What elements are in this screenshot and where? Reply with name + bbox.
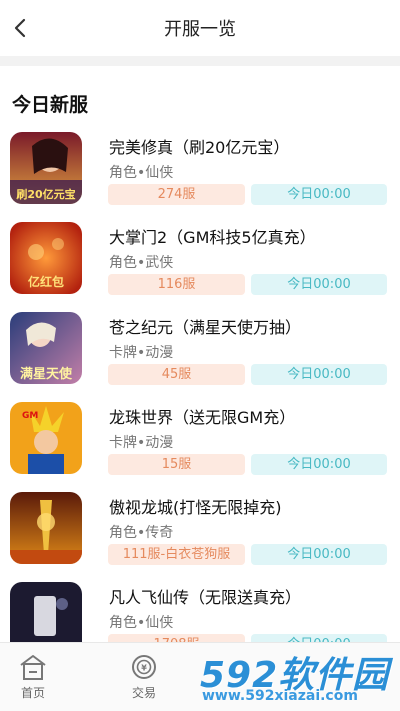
list-item[interactable]: 刷20亿元宝 完美修真（刷20亿元宝） 角色•仙侠 274服 今日00:00 (0, 132, 400, 212)
game-name: 完美修真（刷20亿元宝） (109, 138, 290, 157)
game-tags: 卡牌•动漫 (109, 435, 174, 451)
list-item[interactable]: 凡人飞仙传（无限送真充） 角色•仙侠 1708服 今日00:00 (0, 582, 400, 642)
game-name: 苍之纪元（满星天使万抽） (109, 318, 302, 337)
game-icon: 刷20亿元宝 (10, 132, 82, 204)
open-time-badge: 今日00:00 (251, 364, 387, 385)
game-name: 大掌门2（GM科技5亿真充） (109, 228, 316, 247)
game-tags: 角色•武侠 (109, 255, 174, 271)
watermark-url: www.592xiazai.com (202, 688, 358, 704)
chevron-left-icon (14, 18, 26, 38)
top-bar: 开服一览 (0, 0, 400, 56)
server-badge: 116服 (108, 274, 245, 295)
svg-text:刷20亿元宝: 刷20亿元宝 (16, 187, 75, 201)
server-badge: 274服 (108, 184, 245, 205)
game-icon (10, 492, 82, 564)
trade-icon: ¥ (132, 655, 156, 679)
server-badge: 45服 (108, 364, 245, 385)
game-icon: GM (10, 402, 82, 474)
game-icon (10, 582, 82, 642)
open-time-badge: 今日00:00 (251, 184, 387, 205)
svg-text:亿红包: 亿红包 (28, 274, 64, 289)
game-icon: 亿红包 (10, 222, 82, 294)
list-item[interactable]: 亿红包 大掌门2（GM科技5亿真充） 角色•武侠 116服 今日00:00 (0, 222, 400, 302)
svg-text:¥: ¥ (141, 664, 147, 673)
game-icon: 满星天使 (10, 312, 82, 384)
tab-trade-label: 交易 (131, 686, 156, 700)
game-name: 凡人飞仙传（无限送真充） (109, 588, 302, 607)
back-button[interactable] (6, 14, 34, 42)
tab-home-label: 首页 (20, 686, 45, 700)
open-time-badge: 今日00:00 (251, 544, 387, 565)
list-item[interactable]: 满星天使 苍之纪元（满星天使万抽） 卡牌•动漫 45服 今日00:00 (0, 312, 400, 392)
list-item[interactable]: 傲视龙城(打怪无限掉充) 角色•传奇 111服-白衣苍狗服 今日00:00 (0, 492, 400, 572)
home-icon (20, 655, 46, 680)
server-list: 刷20亿元宝 完美修真（刷20亿元宝） 角色•仙侠 274服 今日00:00 亿… (0, 132, 400, 642)
list-item[interactable]: GM 龙珠世界（送无限GM充） 卡牌•动漫 15服 今日00:00 (0, 402, 400, 482)
server-badge: 111服-白衣苍狗服 (108, 544, 245, 565)
section-title: 今日新服 (12, 94, 89, 116)
page-title: 开服一览 (164, 19, 236, 40)
game-tags: 角色•仙侠 (109, 615, 174, 631)
tab-trade[interactable]: ¥ 交易 (114, 649, 174, 707)
watermark: 592软件园 www.592xiazai.com (196, 640, 400, 711)
open-time-badge: 今日00:00 (251, 454, 387, 475)
tab-home[interactable]: 首页 (3, 649, 63, 707)
section-divider (0, 56, 400, 66)
svg-text:满星天使: 满星天使 (20, 366, 73, 382)
game-tags: 角色•传奇 (109, 525, 174, 541)
game-tags: 角色•仙侠 (109, 165, 174, 181)
game-tags: 卡牌•动漫 (109, 345, 174, 361)
server-badge: 15服 (108, 454, 245, 475)
game-name: 傲视龙城(打怪无限掉充) (109, 498, 282, 517)
open-time-badge: 今日00:00 (251, 274, 387, 295)
svg-text:GM: GM (22, 411, 38, 421)
game-name: 龙珠世界（送无限GM充） (109, 408, 296, 427)
